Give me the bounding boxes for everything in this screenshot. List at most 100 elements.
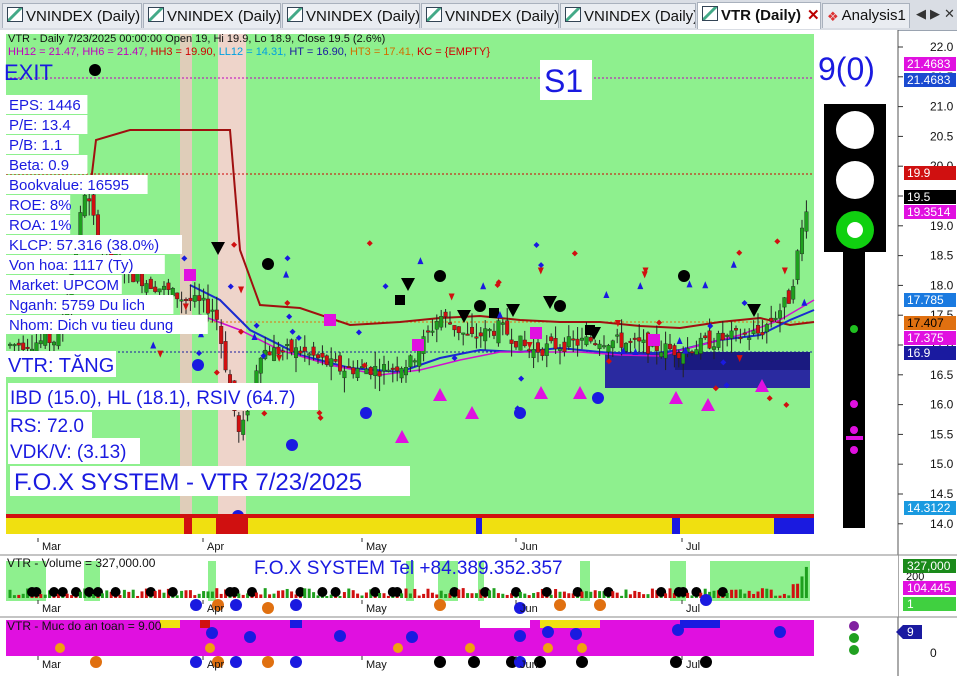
candle-body [280, 350, 285, 353]
fundamental-item: KLCP: 57.316 (38.0%) [9, 237, 159, 254]
tab-vnindex-3[interactable]: VNINDEX (Daily) [282, 3, 420, 28]
candle-body [25, 346, 30, 349]
candle-body [236, 415, 241, 432]
candle-body [21, 342, 26, 350]
candle-body [272, 347, 277, 361]
volume-bar [285, 588, 289, 598]
volume-bar [206, 591, 210, 598]
price-label: 19.3514 [907, 205, 951, 219]
volume-bar [637, 591, 641, 598]
pink-square-icon [648, 334, 660, 346]
scroll-left-icon[interactable]: ◀ [916, 6, 926, 22]
tab-vnindex-5[interactable]: VNINDEX (Daily) [560, 3, 696, 28]
volume-bar [549, 594, 553, 598]
tab-vnindex-2[interactable]: VNINDEX (Daily) [143, 3, 281, 28]
tab-vtr[interactable]: VTR (Daily) ✕ [697, 2, 821, 29]
close-icon[interactable]: ✕ [807, 7, 820, 24]
volume-bar [263, 588, 267, 598]
candle-body [769, 317, 774, 322]
volume-bar [268, 594, 272, 598]
tab-bar: VNINDEX (Daily) VNINDEX (Daily) VNINDEX … [0, 0, 957, 31]
candle-body [214, 309, 219, 320]
one-marker-icon [230, 656, 242, 668]
candle-body [566, 336, 571, 348]
volume-bar [598, 591, 602, 598]
eight-marker-icon [55, 643, 65, 653]
candle-body [483, 328, 488, 342]
header-indicator-part: HH12 = 21.47, [8, 46, 82, 58]
volume-bar [386, 595, 390, 598]
volume-bar [417, 595, 421, 598]
candle-body [329, 358, 334, 367]
candle-body [553, 338, 558, 350]
volume-bar [756, 591, 760, 598]
volume-bar [734, 589, 738, 598]
vdk-label: VDK/V: (3.13) [10, 442, 127, 463]
red-light-icon [836, 111, 874, 149]
candle-body [12, 344, 17, 347]
candle-body [522, 339, 527, 347]
stock-chart[interactable]: VTR - Daily 7/23/2025 00:00:00 Open 19, … [0, 30, 957, 676]
safety-segment [680, 620, 720, 628]
candle-body [183, 299, 188, 301]
volume-bar [743, 593, 747, 598]
candle-body [742, 332, 747, 335]
orange-marker-icon [262, 602, 274, 614]
candle-body [91, 194, 96, 216]
fundamental-item: Von hoa: 1117 (Ty) [9, 257, 134, 274]
candle-body [716, 333, 721, 348]
candle-body [778, 310, 783, 319]
volume-bar [466, 593, 470, 598]
candle-body [16, 342, 21, 346]
tab-vnindex-4[interactable]: VNINDEX (Daily) [421, 3, 559, 28]
scroll-right-icon[interactable]: ▶ [930, 6, 940, 22]
candle-body [668, 343, 673, 350]
volume-bar [39, 594, 43, 598]
nine-marker-icon [576, 656, 588, 668]
candle-body [540, 349, 545, 356]
volume-bar [712, 590, 716, 598]
volume-bar [351, 590, 355, 598]
axis-tick-label: 15.5 [930, 427, 954, 441]
candle-body [452, 325, 457, 331]
safety-dot-icon [206, 627, 218, 639]
orange-marker-icon [262, 656, 274, 668]
candle-body [500, 322, 505, 325]
volume-bar [730, 589, 734, 598]
close-window-icon[interactable]: ✕ [944, 6, 955, 22]
one-marker-icon [286, 439, 298, 451]
volume-bar [624, 589, 628, 598]
volume-title: VTR - Volume = 327,000.00 [7, 556, 156, 570]
candle-body [663, 343, 668, 359]
axis-tick-label: 16.5 [930, 368, 954, 382]
candle-body [47, 332, 52, 344]
volume-bar [461, 588, 465, 598]
candle-body [800, 227, 805, 255]
candle-body [170, 288, 175, 297]
volume-bar [593, 590, 597, 598]
chart-icon [148, 7, 164, 22]
tab-vnindex-1[interactable]: VNINDEX (Daily) [2, 3, 142, 28]
axis-tick-label: 14.0 [930, 517, 954, 531]
safety-segment [480, 620, 530, 628]
candle-body [478, 332, 483, 337]
candle-body [602, 345, 607, 348]
month-label: Jul [686, 603, 700, 615]
volume-bar [752, 593, 756, 598]
volume-bar [668, 588, 672, 598]
month-label: Apr [207, 541, 224, 553]
tab-analysis[interactable]: ❖ Analysis1 [822, 3, 910, 28]
strip-segment [216, 518, 248, 534]
volume-bar [175, 595, 179, 598]
header-indicator-part: HT = 16.90, [289, 46, 350, 58]
volume-bar [782, 593, 786, 598]
volume-bar [567, 593, 571, 598]
candle-body [580, 337, 585, 341]
candle-body [175, 292, 180, 300]
candle-body [698, 337, 703, 354]
price-label: 19.9 [907, 166, 931, 180]
analysis-icon: ❖ [827, 9, 839, 24]
volume-bar [518, 591, 522, 598]
axis-tick-label: 22.0 [930, 40, 954, 54]
strip-segment [184, 518, 192, 534]
